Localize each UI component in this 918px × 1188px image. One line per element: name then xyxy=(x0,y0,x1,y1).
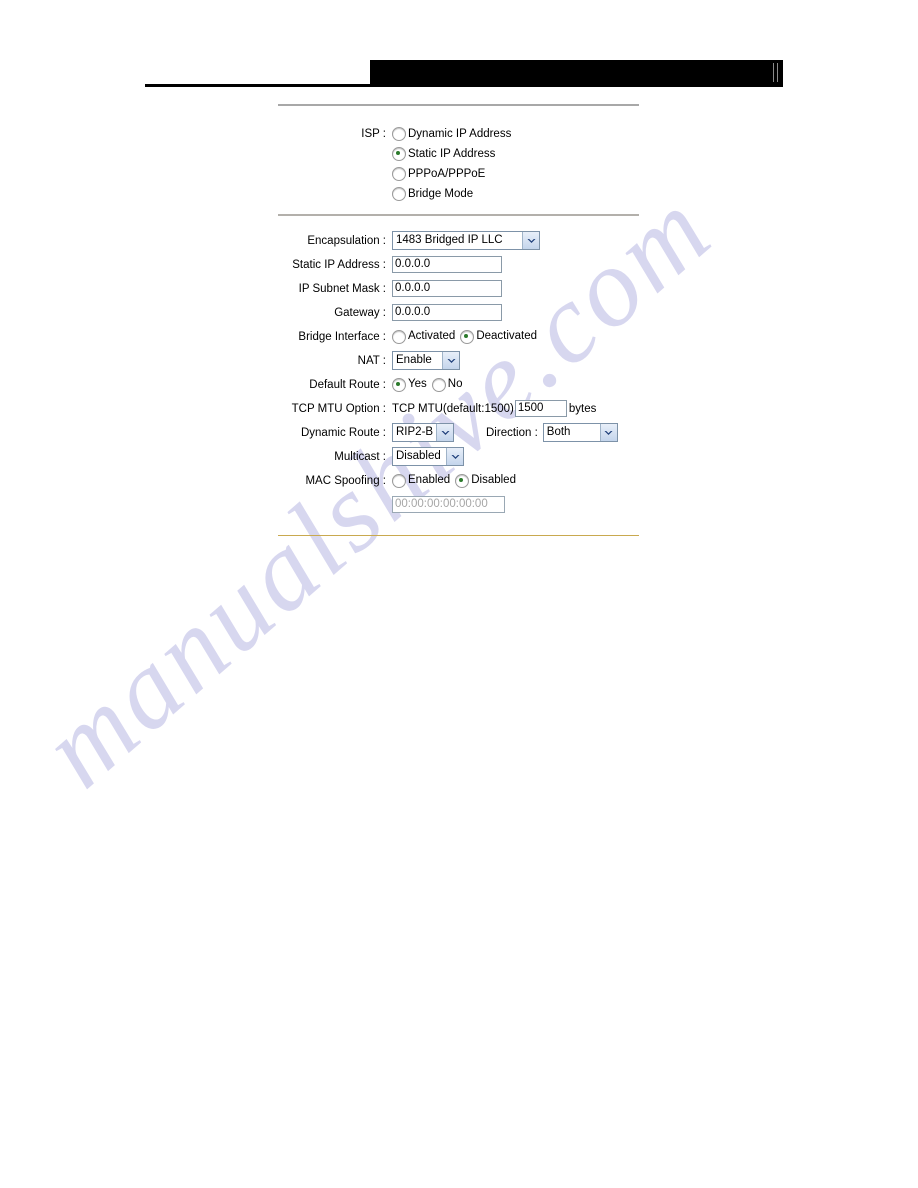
radio-label: Activated xyxy=(408,330,456,342)
chevron-down-icon[interactable] xyxy=(446,448,463,465)
row-mac-address xyxy=(278,494,639,515)
radio-bridge-interface-activated[interactable]: Activated xyxy=(392,329,456,344)
redacted-title-bar xyxy=(370,60,783,85)
radio-mac-spoofing-enabled[interactable]: Enabled xyxy=(392,473,451,488)
ip-subnet-mask-input[interactable] xyxy=(392,280,502,297)
radio-label: Dynamic IP Address xyxy=(408,127,512,140)
multicast-select[interactable]: Disabled xyxy=(392,447,464,466)
radio-icon-selected[interactable] xyxy=(455,473,470,488)
page-header xyxy=(0,0,918,100)
tcp-mtu-input[interactable] xyxy=(514,400,567,417)
radio-icon[interactable] xyxy=(431,377,446,392)
nat-value: Enable xyxy=(396,354,432,366)
connection-settings-section: Encapsulation : 1483 Bridged IP LLC Stat… xyxy=(278,216,639,535)
radio-isp-bridge-mode[interactable]: Bridge Mode xyxy=(392,187,473,201)
radio-icon[interactable] xyxy=(392,127,406,141)
row-mac-spoofing: MAC Spoofing : Enabled Disabled xyxy=(278,470,639,491)
mac-address-input[interactable] xyxy=(392,496,505,513)
default-route-label: Default Route : xyxy=(309,378,386,391)
direction-value: Both xyxy=(546,426,571,438)
radio-label: Bridge Mode xyxy=(408,187,474,200)
radio-isp-pppoa-pppoe[interactable]: PPPoA/PPPoE xyxy=(392,167,485,181)
radio-icon[interactable] xyxy=(392,329,406,344)
radio-label: Static IP Address xyxy=(408,147,496,160)
row-multicast: Multicast : Disabled xyxy=(278,446,639,467)
radio-label: PPPoA/PPPoE xyxy=(408,167,486,180)
chevron-down-icon[interactable] xyxy=(599,424,617,441)
chevron-down-icon[interactable] xyxy=(436,424,453,441)
dynamic-route-label: Dynamic Route : xyxy=(300,426,386,439)
multicast-value: Disabled xyxy=(396,450,441,462)
radio-default-route-no[interactable]: No xyxy=(431,377,463,392)
isp-label: ISP : xyxy=(361,128,386,140)
dynamic-route-select[interactable]: RIP2-B xyxy=(392,423,454,442)
isp-row-bridge-mode: Bridge Mode xyxy=(278,184,639,204)
radio-default-route-yes[interactable]: Yes xyxy=(392,377,427,392)
radio-label: No xyxy=(447,378,463,390)
ip-subnet-mask-label: IP Subnet Mask : xyxy=(298,282,386,295)
radio-label: Enabled xyxy=(408,474,451,486)
redaction-tick-mark xyxy=(777,63,778,82)
panel-footer-rule xyxy=(278,535,639,536)
encapsulation-select[interactable]: 1483 Bridged IP LLC xyxy=(392,231,540,250)
chevron-down-icon[interactable] xyxy=(522,232,539,249)
encapsulation-label: Encapsulation : xyxy=(307,234,386,247)
nat-select[interactable]: Enable xyxy=(392,351,460,370)
radio-icon-selected[interactable] xyxy=(460,329,475,344)
radio-isp-dynamic-ip-address[interactable]: Dynamic IP Address xyxy=(392,127,511,141)
radio-icon-selected[interactable] xyxy=(392,377,406,392)
static-ip-address-input[interactable] xyxy=(392,256,502,273)
radio-mac-spoofing-disabled[interactable]: Disabled xyxy=(455,473,516,488)
row-tcp-mtu-option: TCP MTU Option : TCP MTU(default:1500) b… xyxy=(278,398,639,419)
nat-label: NAT : xyxy=(357,354,386,367)
redaction-tick-mark xyxy=(773,63,774,82)
row-ip-subnet-mask: IP Subnet Mask : xyxy=(278,278,639,299)
encapsulation-value: 1483 Bridged IP LLC xyxy=(396,234,503,246)
tcp-mtu-units-text: bytes xyxy=(568,402,597,415)
row-encapsulation: Encapsulation : 1483 Bridged IP LLC xyxy=(278,230,639,251)
row-default-route: Default Route : Yes No xyxy=(278,374,639,395)
tcp-mtu-option-label: TCP MTU Option : xyxy=(291,402,386,415)
gateway-input[interactable] xyxy=(392,304,502,321)
static-ip-address-label: Static IP Address : xyxy=(292,258,386,271)
row-bridge-interface: Bridge Interface : Activated Deactivated xyxy=(278,326,639,347)
radio-icon-selected[interactable] xyxy=(392,147,406,161)
row-gateway: Gateway : xyxy=(278,302,639,323)
radio-label: Deactivated xyxy=(476,330,538,342)
direction-select[interactable]: Both xyxy=(542,423,618,442)
tcp-mtu-default-text: TCP MTU(default:1500) xyxy=(392,402,514,415)
multicast-label: Multicast : xyxy=(334,450,386,463)
radio-icon[interactable] xyxy=(392,473,406,488)
row-nat: NAT : Enable xyxy=(278,350,639,371)
radio-label: Yes xyxy=(408,378,427,390)
radio-isp-static-ip-address[interactable]: Static IP Address xyxy=(392,147,495,161)
isp-section: ISP : Dynamic IP Address Static IP Addre… xyxy=(278,106,639,214)
chevron-down-icon[interactable] xyxy=(442,352,459,369)
radio-icon[interactable] xyxy=(392,187,406,201)
row-static-ip-address: Static IP Address : xyxy=(278,254,639,275)
isp-row-static-ip: Static IP Address xyxy=(278,144,639,164)
radio-label: Disabled xyxy=(471,474,516,486)
bridge-interface-label: Bridge Interface : xyxy=(298,330,386,343)
direction-label: Direction : xyxy=(486,426,538,439)
radio-bridge-interface-deactivated[interactable]: Deactivated xyxy=(460,329,538,344)
radio-icon[interactable] xyxy=(392,167,406,181)
dynamic-route-value: RIP2-B xyxy=(396,426,434,438)
wan-configuration-panel: ISP : Dynamic IP Address Static IP Addre… xyxy=(278,104,639,536)
isp-row-dynamic-ip: ISP : Dynamic IP Address xyxy=(278,124,639,144)
isp-row-pppoa-pppoe: PPPoA/PPPoE xyxy=(278,164,639,184)
gateway-label: Gateway : xyxy=(334,306,386,319)
row-dynamic-route: Dynamic Route : RIP2-B Direction : Both xyxy=(278,422,639,443)
mac-spoofing-label: MAC Spoofing : xyxy=(305,474,386,487)
